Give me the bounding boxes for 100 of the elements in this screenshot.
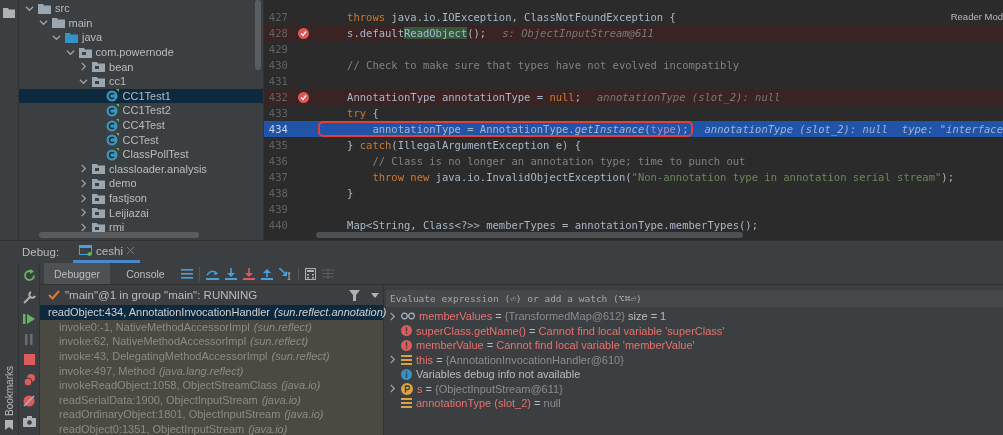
- folder-icon[interactable]: [3, 8, 15, 18]
- chevron-right-icon[interactable]: [79, 62, 88, 72]
- chevron-down-icon[interactable]: [65, 47, 75, 57]
- scrollbar[interactable]: [254, 0, 261, 70]
- tree-item[interactable]: CC1Test1: [122, 89, 171, 102]
- tree-item[interactable]: java: [82, 31, 103, 44]
- line-number: 440: [267, 219, 288, 231]
- chevron-right-icon[interactable]: [79, 193, 88, 203]
- breakpoint-icon[interactable]: [298, 27, 310, 39]
- chevron-right-icon[interactable]: [388, 355, 397, 365]
- caret-icon[interactable]: [371, 292, 379, 298]
- line-number: 433: [267, 107, 288, 119]
- reader-mode-link[interactable]: Reader Mod: [950, 11, 1003, 22]
- tree-item[interactable]: fastjson: [109, 192, 147, 204]
- inline-value-hint: s: ObjectInputStream@611: [502, 27, 654, 39]
- step-into-icon[interactable]: [224, 267, 237, 280]
- camera-icon[interactable]: [22, 416, 36, 427]
- tree-item[interactable]: CC4Test: [122, 119, 165, 132]
- line-number: 436: [267, 155, 288, 167]
- field-icon: [401, 354, 412, 365]
- chevron-right-icon[interactable]: [79, 222, 88, 232]
- chevron-right-icon[interactable]: [79, 164, 88, 174]
- field-icon: [401, 398, 412, 409]
- package-folder-icon: [92, 163, 105, 175]
- code-line: throw new java.io.InvalidObjectException("Non-annotation type in annotation serial stream");: [371, 171, 955, 183]
- breakpoint-icon[interactable]: [298, 91, 310, 103]
- watch-expression-field[interactable]: Evaluate expression (⏎) or add a watch (⌥⌘⏎): [386, 290, 1003, 307]
- package-folder-icon: [92, 75, 105, 87]
- variable-entry[interactable]: annotationType (slot_2) = null: [416, 397, 561, 410]
- parameter-icon: [401, 382, 413, 395]
- package-folder-icon: [92, 207, 105, 219]
- package-folder-icon: [92, 221, 105, 233]
- tree-item[interactable]: com.powernode: [95, 46, 174, 59]
- tree-item[interactable]: ClassPollTest: [122, 148, 189, 161]
- class-icon: [105, 103, 119, 117]
- chevron-right-icon[interactable]: [79, 178, 88, 188]
- code-line: annotationType = AnnotationType.getInstance(type);: [319, 123, 691, 135]
- variable-entry[interactable]: superClass.getName() = Cannot find local variable 'superClass': [416, 324, 725, 337]
- tree-item[interactable]: main: [68, 16, 93, 29]
- line-number: 427: [267, 11, 288, 23]
- line-number: 432: [267, 91, 288, 103]
- chevron-down-icon[interactable]: [25, 3, 34, 13]
- variable-entry[interactable]: memberValue = Cannot find local variable 'memberValue': [416, 339, 695, 352]
- wrench-icon[interactable]: [22, 291, 36, 304]
- chevron-right-icon[interactable]: [388, 311, 397, 321]
- step-over-icon[interactable]: [205, 267, 219, 280]
- code-line: } catch(IllegalArgumentException e) {: [346, 139, 582, 151]
- class-icon: [105, 118, 119, 132]
- stop-icon[interactable]: [23, 354, 35, 365]
- tree-item[interactable]: classloader.analysis: [109, 162, 207, 175]
- menu-icon[interactable]: [180, 268, 193, 279]
- rerun-icon[interactable]: [22, 269, 36, 282]
- code-line: AnnotationType annotationType = null;: [346, 91, 582, 103]
- scrollbar[interactable]: [39, 232, 199, 238]
- inline-value-hint: type: "interface: [901, 123, 1003, 135]
- code-line: // Check to make sure that types have not evolved incompatibly: [346, 59, 741, 71]
- tree-item[interactable]: demo: [109, 177, 137, 190]
- variable-entry[interactable]: Variables debug info not available: [416, 368, 581, 381]
- package-folder-icon: [92, 192, 105, 204]
- calculator-icon[interactable]: [304, 267, 316, 280]
- chevron-down-icon[interactable]: [79, 76, 88, 86]
- tree-item[interactable]: src: [55, 2, 70, 15]
- line-number: 439: [267, 203, 288, 215]
- variable-entry[interactable]: s = {ObjectInputStream@611}: [417, 382, 563, 395]
- tree-item[interactable]: bean: [109, 60, 134, 73]
- glasses-icon: [401, 312, 415, 321]
- debugger-tab[interactable]: Debugger: [44, 263, 111, 284]
- thread-selector[interactable]: "main"@1 in group "main": RUNNING: [65, 289, 258, 301]
- filter-icon[interactable]: [349, 289, 360, 301]
- line-number: 437: [267, 171, 288, 183]
- chevron-down-icon[interactable]: [52, 33, 61, 42]
- scrollbar[interactable]: [315, 232, 743, 238]
- bookmark-icon[interactable]: [5, 420, 13, 430]
- bookmarks-tab[interactable]: Bookmarks: [3, 366, 15, 416]
- tree-item[interactable]: rmi: [109, 221, 125, 234]
- run-to-cursor-icon[interactable]: [278, 267, 292, 280]
- package-folder-icon: [78, 46, 92, 58]
- variable-entry[interactable]: this = {AnnotationInvocationHandler@610}: [416, 353, 624, 366]
- debugger-tab[interactable]: Console: [116, 263, 175, 284]
- tree-item[interactable]: Leijiazai: [109, 206, 149, 219]
- pause-icon[interactable]: [24, 334, 34, 345]
- error-icon: [401, 325, 412, 337]
- debug-label: Debug:: [22, 246, 60, 258]
- line-number: 429: [267, 43, 288, 55]
- variable-entry[interactable]: memberValues = {TransformedMap@612} size = 1: [419, 310, 667, 323]
- force-step-into-icon[interactable]: [242, 267, 255, 280]
- breakpoints-icon[interactable]: [22, 374, 36, 386]
- line-number: 431: [267, 75, 288, 87]
- mute-breakpoints-icon[interactable]: [23, 395, 35, 407]
- close-icon[interactable]: [126, 247, 134, 254]
- folder-icon: [65, 32, 78, 43]
- tree-item[interactable]: CCTest: [122, 133, 159, 146]
- tree-item[interactable]: cc1: [109, 75, 127, 88]
- resume-icon[interactable]: [23, 313, 35, 325]
- code-line: s.defaultReadObject();: [346, 27, 488, 39]
- chevron-right-icon[interactable]: [388, 384, 397, 394]
- chevron-down-icon[interactable]: [38, 18, 48, 28]
- tree-item[interactable]: CC1Test2: [122, 104, 171, 117]
- chevron-right-icon[interactable]: [79, 208, 88, 218]
- step-out-icon[interactable]: [260, 267, 273, 280]
